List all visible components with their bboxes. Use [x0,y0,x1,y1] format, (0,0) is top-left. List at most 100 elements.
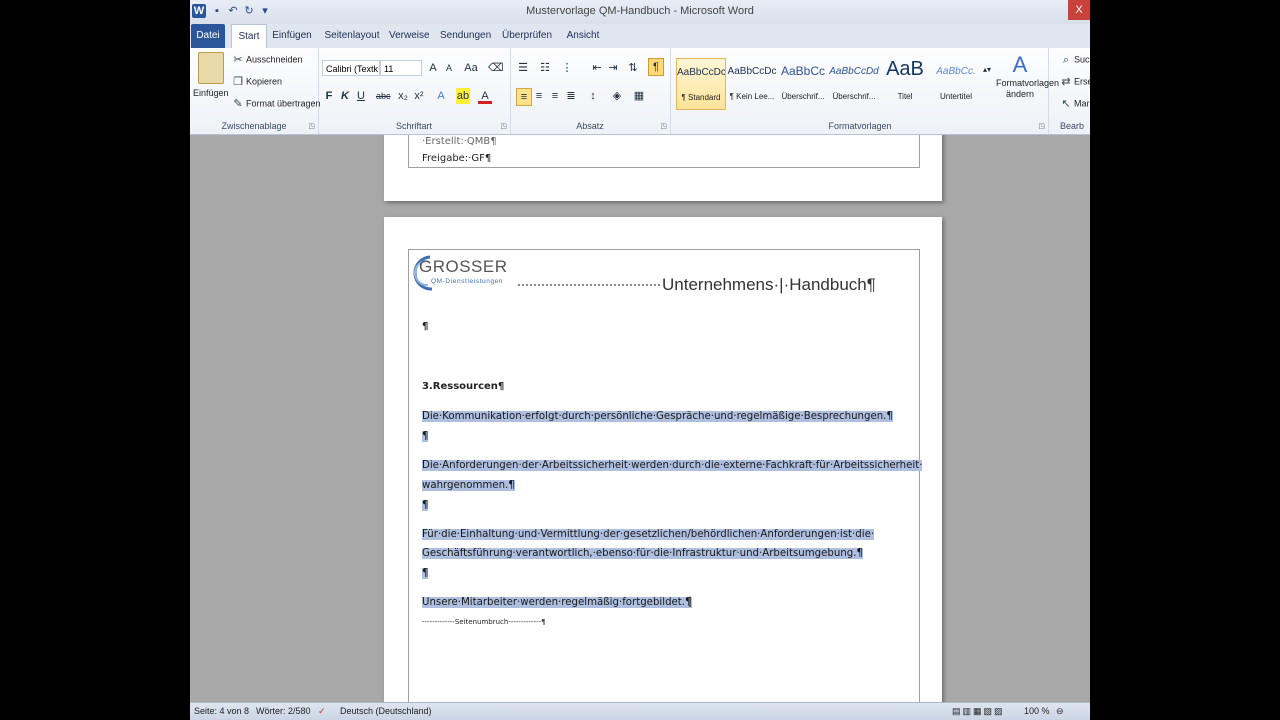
grosser-logo: GROSSER QM-Dienstleistungen [410,253,520,293]
word-counter[interactable]: Wörter: 2/580 [256,706,311,716]
proofing-icon[interactable]: ✓ [318,706,326,717]
tab-file[interactable]: Datei [191,24,225,48]
page-counter[interactable]: Seite: 4 von 8 [194,706,249,716]
empty-paragraph[interactable]: ¶ [422,500,429,511]
shading-icon[interactable]: ◈ [610,88,624,104]
decrease-indent-icon[interactable]: ⇤ [590,60,604,76]
styles-scroll-icon[interactable]: ▴▾ [980,62,994,78]
tab-mailings[interactable]: Sendungen [440,24,491,48]
style-heading-1[interactable]: AaBbCc Überschrif... [778,58,828,110]
paragraph-safety-line-1[interactable]: Die·Anforderungen·der·Arbeitssicherheit·… [422,460,923,471]
change-styles-icon: A [1012,52,1028,77]
tab-start[interactable]: Start [231,24,267,48]
close-button[interactable]: X [1068,0,1090,20]
style-subtitle[interactable]: AaBbCc. Untertitel [931,58,981,110]
style-standard[interactable]: AaBbCcDc ¶ Standard [676,58,726,110]
multilevel-list-icon[interactable]: ⋮ [560,60,574,76]
document-area[interactable]: ·Erstellt:·QMB¶ Freigabe:·GF¶ GROSSER QM… [190,135,1090,702]
grow-font-icon[interactable]: A [426,60,440,76]
tab-page-layout[interactable]: Seitenlayout [324,24,380,48]
group-label-clipboard: Zwischenablage [221,121,287,131]
style-title[interactable]: AaB Titel [880,58,930,110]
header-title: Unternehmens·|·Handbuch¶ [662,275,876,294]
tab-view[interactable]: Ansicht [564,24,602,48]
find-button[interactable]: ⌕Such [1060,54,1090,66]
title-bar: W ▪ ↶ ↻ ▾ Mustervorlage QM-Handbuch - Mi… [190,0,1090,24]
highlight-icon[interactable]: ab [456,88,470,104]
bullets-icon[interactable]: ☰ [516,60,530,76]
font-size-select[interactable]: 11 [380,60,422,76]
tab-review[interactable]: Überprüfen [502,24,552,48]
cursor-icon: ↖ [1061,98,1071,110]
replace-button[interactable]: ⇄Erset [1060,76,1090,88]
created-line: ·Erstellt:·QMB¶ [422,136,497,147]
copy-button[interactable]: ❐ Kopieren [232,76,282,88]
page-break-marker: -------------Seitenumbruch-------------¶ [422,618,546,626]
section-heading: 3.Ressourcen¶ [422,381,505,392]
group-editing: ⌕Such ⇄Erset ↖Mark Bearb [1058,48,1090,134]
group-paragraph: ☰ ☷ ⋮ ⇤ ⇥ ⇅ ¶ ≡ ≡ ≡ ≣ ↕ ◈ ▦ Absatz ◳ [510,48,671,134]
style-heading-2[interactable]: AaBbCcDd Überschrif... [829,58,879,110]
copy-icon: ❐ [233,76,243,88]
group-label-styles: Formatvorlagen [828,121,892,131]
text-effects-icon[interactable]: A [434,88,448,104]
change-styles-button[interactable]: A Formatvorlagen ändern [996,52,1059,100]
dialog-launcher-icon[interactable]: ◳ [308,122,315,130]
align-center-icon[interactable]: ≡ [532,88,546,104]
dialog-launcher-icon[interactable]: ◳ [660,122,667,130]
dialog-launcher-icon[interactable]: ◳ [500,122,507,130]
zoom-level[interactable]: 100 % [1024,706,1050,716]
increase-indent-icon[interactable]: ⇥ [606,60,620,76]
font-color-icon[interactable]: A [478,88,492,104]
align-right-icon[interactable]: ≡ [548,88,562,104]
tab-references[interactable]: Verweise [389,24,430,48]
paragraph-training[interactable]: Unsere·Mitarbeiter·werden·regelmäßig·for… [422,597,692,608]
word-window: W ▪ ↶ ↻ ▾ Mustervorlage QM-Handbuch - Mi… [190,0,1090,720]
shrink-font-icon[interactable]: A [442,60,456,76]
paragraph-communication[interactable]: Die·Kommunikation·erfolgt·durch·persönli… [422,411,893,422]
strikethrough-icon[interactable]: abc [376,88,391,104]
zoom-out-icon[interactable]: ⊖ [1056,706,1064,717]
logo-text: GROSSER [419,257,508,276]
page-3[interactable]: ·Erstellt:·QMB¶ Freigabe:·GF¶ [384,135,942,201]
align-left-icon[interactable]: ≡ [516,88,532,106]
group-font: Calibri (Textk 11 A A Aa ⌫ F K U abc x₂ … [318,48,511,134]
format-painter-button[interactable]: ✎ Format übertragen [232,98,320,110]
ribbon: Einfügen ✂ Ausschneiden ❐ Kopieren ✎ Format… [190,48,1090,135]
empty-paragraph[interactable]: ¶ [422,568,429,579]
show-formatting-icon[interactable]: ¶ [648,58,664,76]
paragraph-compliance-line-1[interactable]: Für·die·Einhaltung·und·Vermittlung·der·g… [422,529,875,540]
style-no-spacing[interactable]: AaBbCcDc ¶ Kein Lee... [727,58,777,110]
page-4[interactable]: GROSSER QM-Dienstleistungen Unternehmens… [384,217,942,702]
line-spacing-icon[interactable]: ↕ [586,88,600,104]
dialog-launcher-icon[interactable]: ◳ [1038,122,1045,130]
language-indicator[interactable]: Deutsch (Deutschland) [340,706,432,716]
superscript-icon[interactable]: x² [412,88,426,104]
numbering-icon[interactable]: ☷ [538,60,552,76]
paragraph-safety-line-2[interactable]: wahrgenommen.¶ [422,480,515,491]
clear-format-icon[interactable]: ⌫ [488,60,504,76]
font-name-select[interactable]: Calibri (Textk [322,60,380,76]
page-frame [408,249,920,702]
subscript-icon[interactable]: x₂ [396,88,410,104]
justify-icon[interactable]: ≣ [564,88,578,104]
paste-button[interactable]: Einfügen [193,88,229,98]
bold-icon[interactable]: F [322,88,336,104]
select-button[interactable]: ↖Mark [1060,98,1090,110]
borders-icon[interactable]: ▦ [632,88,646,104]
tab-insert[interactable]: Einfügen [271,24,313,48]
status-bar: Seite: 4 von 8 Wörter: 2/580 ✓ Deutsch (… [190,702,1090,720]
replace-icon: ⇄ [1061,76,1071,88]
change-case-icon[interactable]: Aa [464,60,478,76]
sort-icon[interactable]: ⇅ [626,60,640,76]
paragraph-compliance-line-2[interactable]: Geschäftsführung·verantwortlich,·ebenso·… [422,548,863,559]
cut-button[interactable]: ✂ Ausschneiden [232,54,302,66]
paste-icon[interactable] [198,52,224,84]
approval-line: Freigabe:·GF¶ [422,153,492,164]
binoculars-icon: ⌕ [1062,54,1070,66]
underline-icon[interactable]: U [354,88,368,104]
empty-paragraph[interactable]: ¶ [422,431,429,442]
italic-icon[interactable]: K [338,88,352,104]
group-label-editing: Bearb [1060,121,1085,131]
view-buttons[interactable]: ▤▥▦▧▨ [952,706,1005,717]
